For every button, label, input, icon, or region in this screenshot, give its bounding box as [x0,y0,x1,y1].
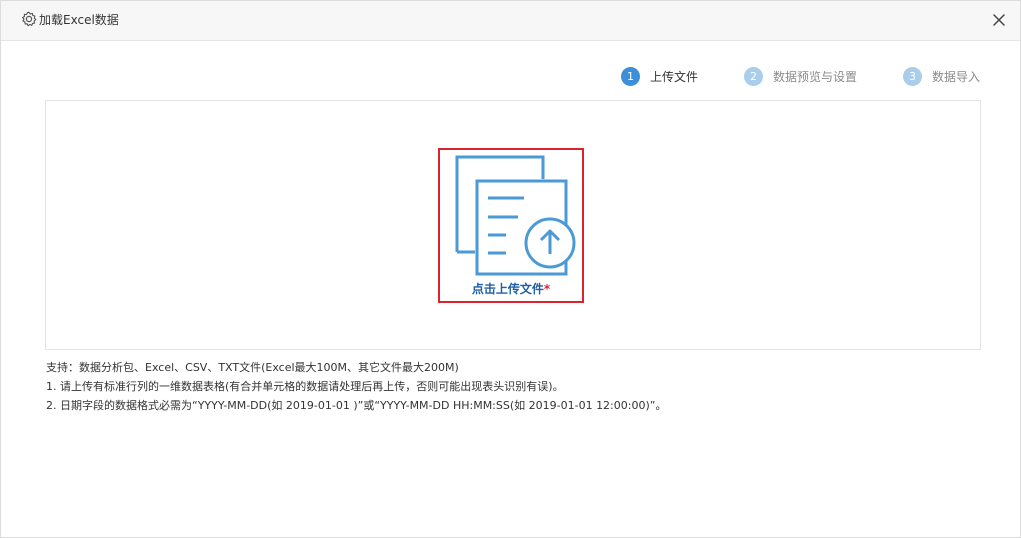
supported-formats-note: 支持：数据分析包、Excel、CSV、TXT文件(Excel最大100M、其它文… [46,361,459,374]
close-icon[interactable] [991,12,1007,28]
step-upload-file: 1 上传文件 [621,66,698,86]
gear-icon [21,11,37,27]
required-mark: * [543,282,551,296]
step-number: 1 [621,66,640,86]
step-number: 2 [744,66,763,86]
format-note-1: 1. 请上传有标准行列的一维数据表格(有合并单元格的数据请处理后再上传，否则可能… [46,380,564,393]
step-label: 上传文件 [650,69,699,84]
step-data-import: 3 数据导入 [903,66,980,86]
upload-label[interactable]: 点击上传文件* [440,280,582,297]
upload-notes: 支持：数据分析包、Excel、CSV、TXT文件(Excel最大100M、其它文… [46,358,666,415]
step-indicator: 1 上传文件 2 数据预览与设置 3 数据导入 [1,66,1020,86]
format-note-2: 2. 日期字段的数据格式必需为“YYYY-MM-DD(如 2019-01-01 … [46,399,667,412]
load-excel-dialog: 加载Excel数据 1 上传文件 2 数据预览与设置 3 数据导入 点击上传文件… [0,0,1021,538]
dialog-titlebar: 加载Excel数据 [1,1,1020,41]
upload-file-button[interactable]: 点击上传文件* [438,148,584,303]
step-number: 3 [903,66,922,86]
step-label: 数据导入 [932,69,981,84]
upload-file-icon[interactable] [452,154,580,279]
upload-label-text[interactable]: 点击上传文件 [472,282,544,296]
step-label: 数据预览与设置 [773,69,858,84]
step-preview-settings: 2 数据预览与设置 [744,66,857,86]
dialog-title: 加载Excel数据 [39,13,119,27]
file-drop-zone[interactable]: 点击上传文件* [45,100,981,350]
